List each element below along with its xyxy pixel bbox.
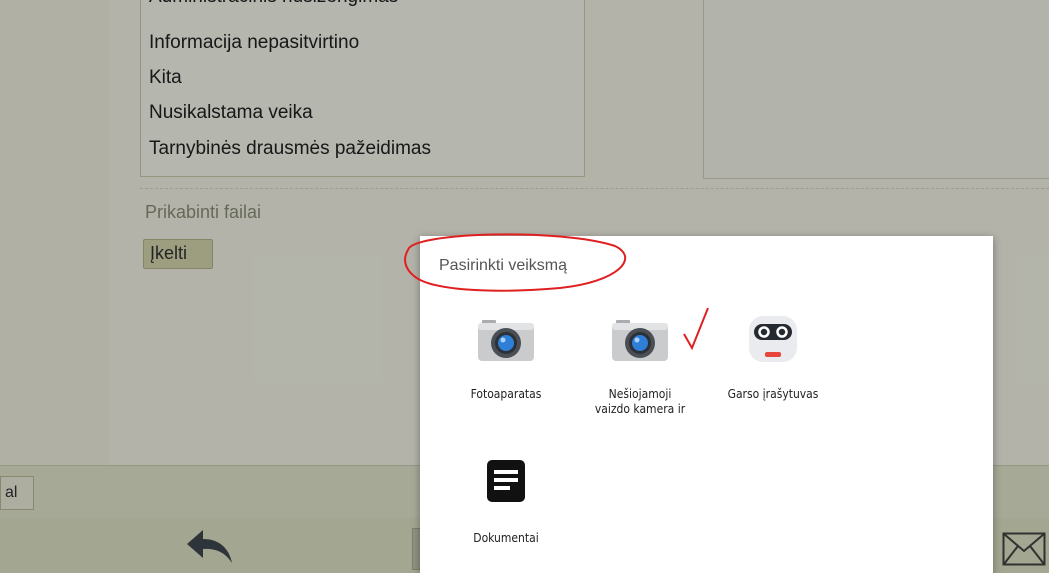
app-label: Nešiojamoji vaizdo kamera ir [594,387,686,416]
sound-recorder-icon [749,316,797,362]
documents-icon [487,460,525,502]
camera-icon [478,320,534,361]
app-label: Garso įrašytuvas [727,387,819,401]
choose-action-dialog: Pasirinkti veiksmą Fotoaparatas Nešiojam… [420,236,993,573]
app-sound-recorder[interactable]: Garso įrašytuvas [703,310,843,402]
app-label: Fotoaparatas [470,387,542,401]
app-camera[interactable]: Fotoaparatas [436,310,576,402]
dialog-title: Pasirinkti veiksmą [439,257,568,274]
app-label: Dokumentai [473,531,539,545]
camera-icon [612,320,668,361]
app-documents[interactable]: Dokumentai [436,454,576,546]
app-video-camera[interactable]: Nešiojamoji vaizdo kamera ir [570,310,710,417]
